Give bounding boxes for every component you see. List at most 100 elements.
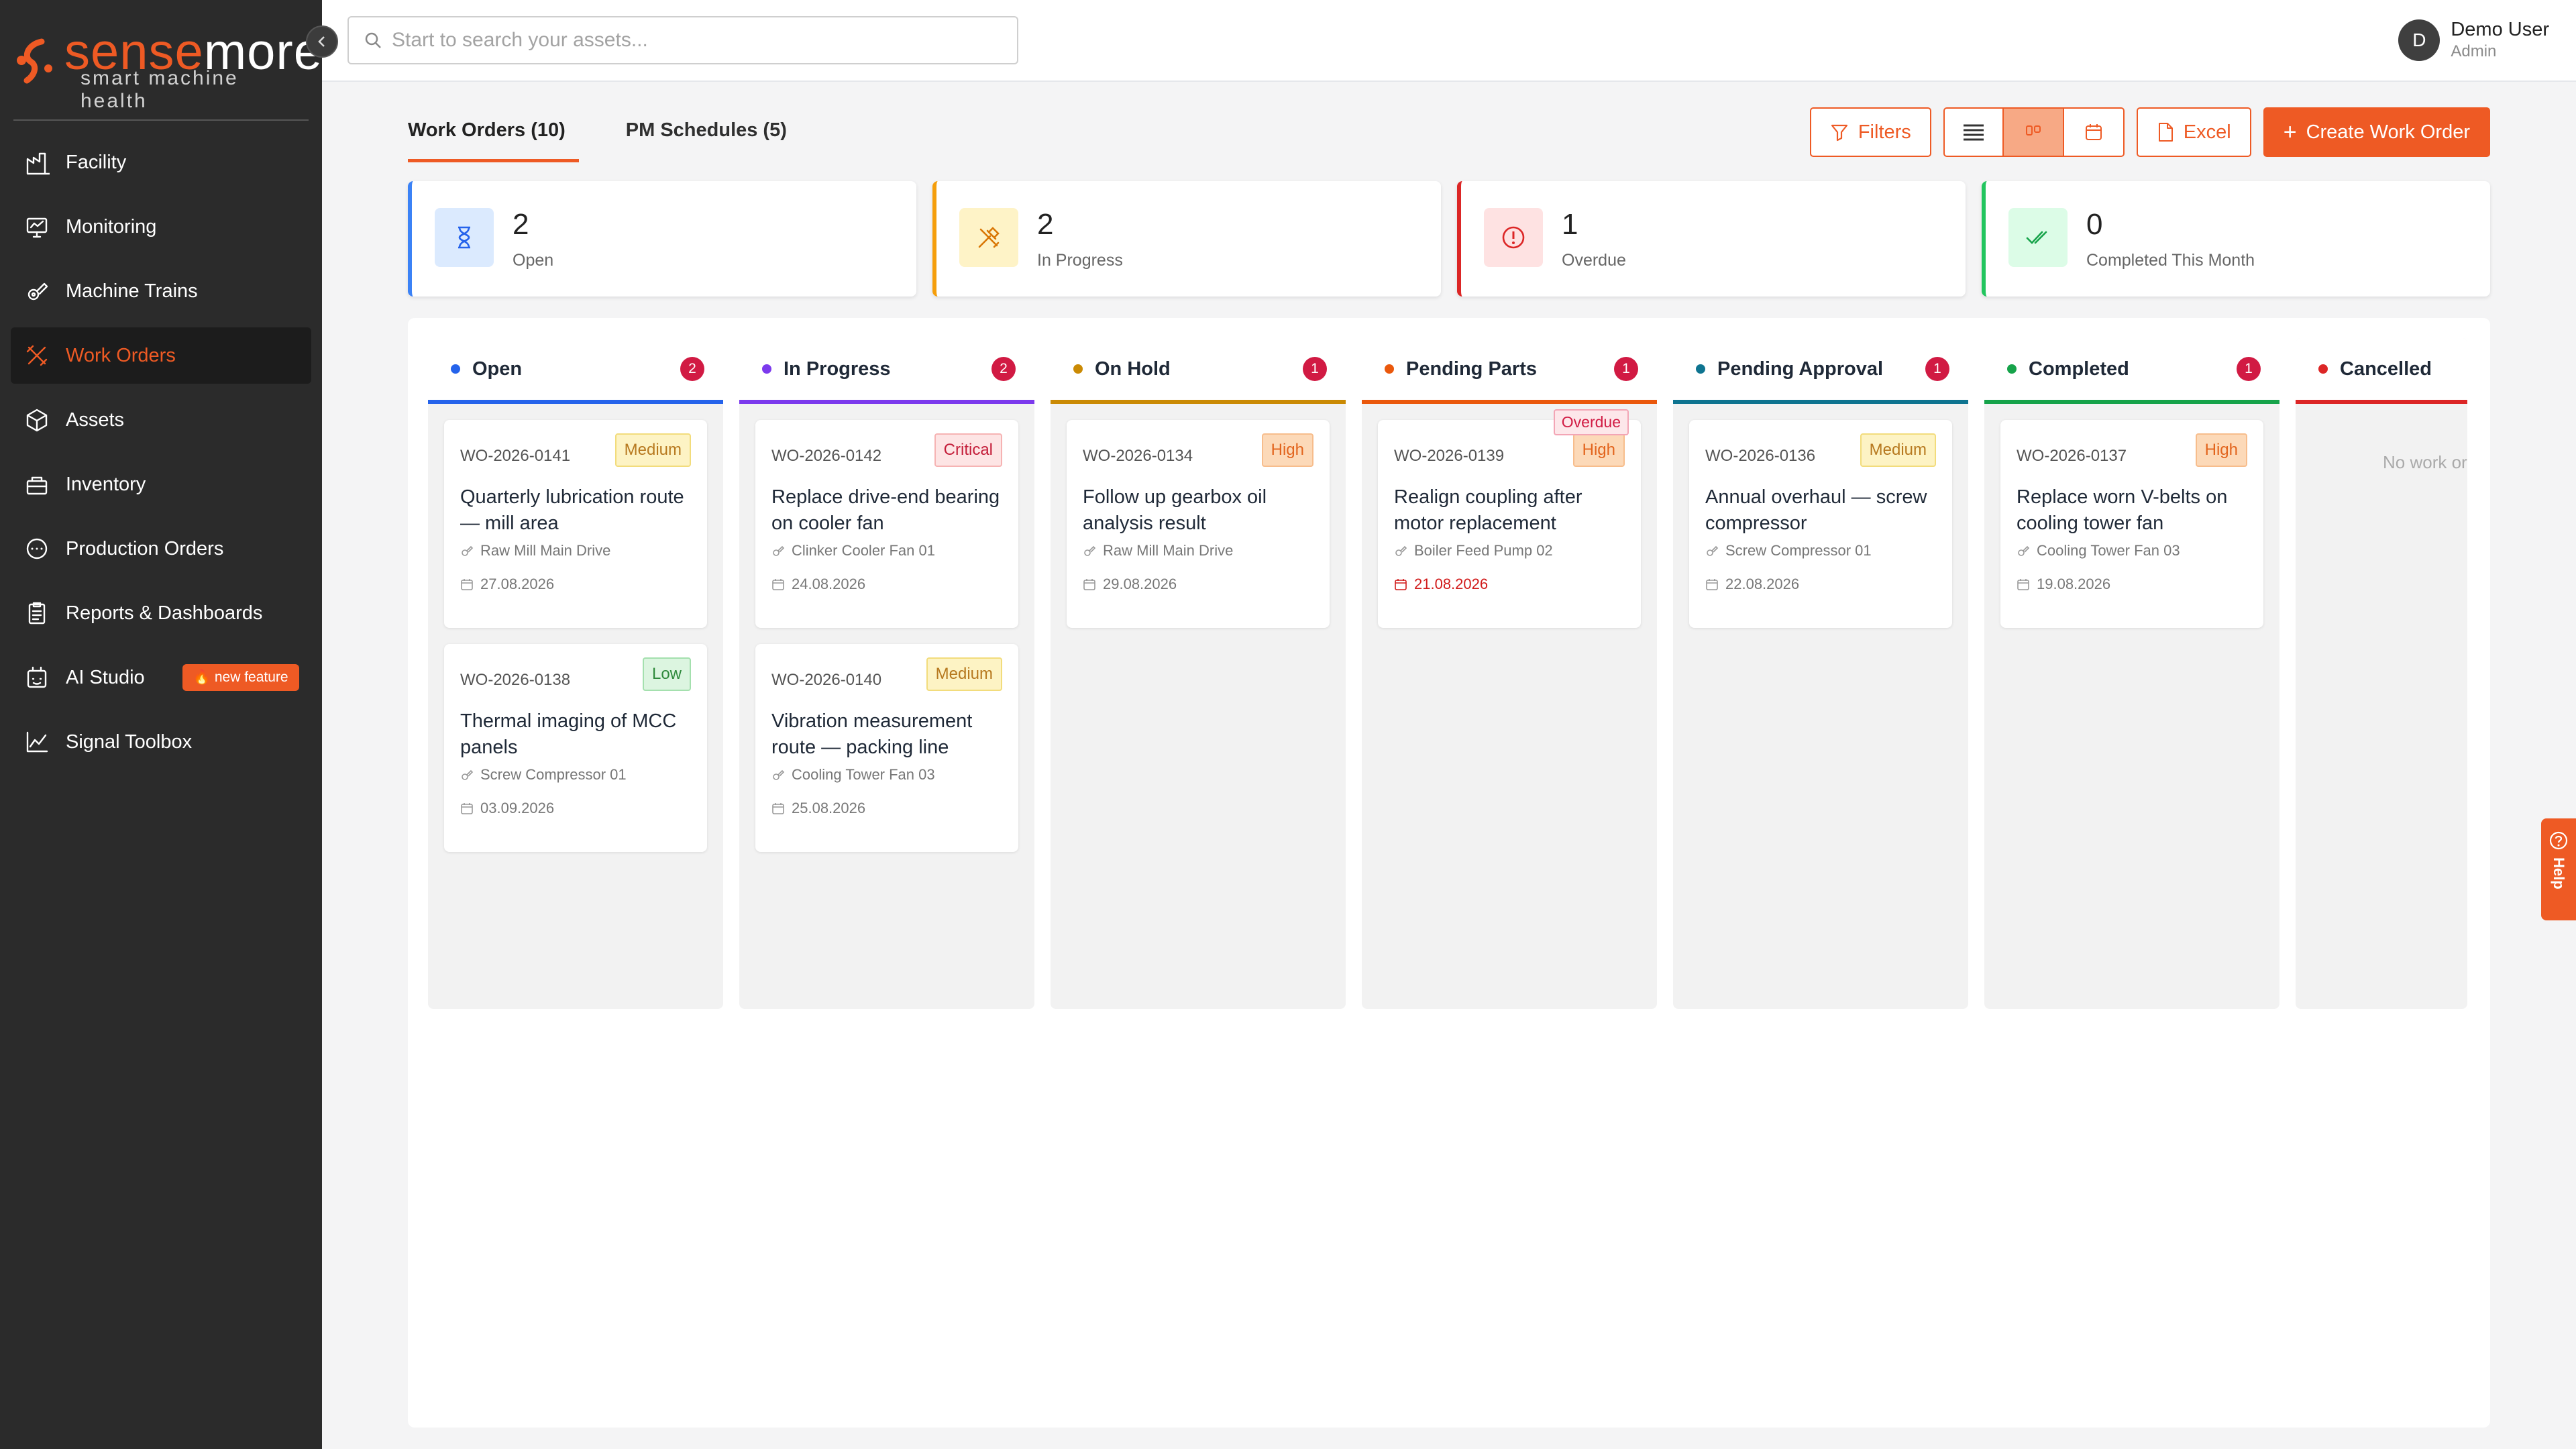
asset-icon [462,769,474,780]
priority-badge: High [1572,433,1625,467]
work-order-card[interactable]: WO-2026-0136 Medium Annual overhaul — sc… [1689,420,1952,628]
board-icon [2025,125,2041,136]
monitoring-icon [21,211,52,242]
work-order-title: Thermal imaging of MCC panels [460,710,677,758]
list-view-button[interactable] [1943,107,2004,157]
badge-label: new feature [214,669,288,685]
sidebar-item-machine-trains[interactable]: Machine Trains [11,263,311,319]
column-count-badge: 1 [1303,357,1327,381]
collapse-sidebar-button[interactable] [306,25,338,58]
list-icon [1963,124,1984,141]
filters-label: Filters [1858,121,1911,143]
column-header: Cancelled [2296,338,2467,404]
work-order-due-date: 22.08.2026 [1705,576,1799,593]
column-cancelled: Cancelled No work or [2296,338,2467,1009]
plus-icon: + [2283,119,2297,145]
sidebar-item-label: Assets [66,409,125,431]
user-role: Admin [2451,42,2497,60]
status-dot [451,364,460,374]
search-input[interactable] [392,29,996,52]
sidebar-item-inventory[interactable]: Inventory [11,456,311,513]
work-order-asset: Raw Mill Main Drive [460,542,610,559]
help-button[interactable]: Help [2541,818,2576,920]
search-box[interactable] [347,16,1018,64]
work-order-card[interactable]: WO-2026-0142 Critical Replace drive-end … [755,420,1018,628]
work-order-title: Annual overhaul — screw compressor [1705,486,1927,534]
stat-card-overdue[interactable]: 1 Overdue [1457,181,1966,297]
priority-badge: Critical [934,433,1002,467]
work-order-due-date: 24.08.2026 [771,576,865,593]
sidebar-item-monitoring[interactable]: Monitoring [11,199,311,255]
tab-work-orders[interactable]: Work Orders (10) [408,119,579,162]
sidebar-item-label: Machine Trains [66,280,198,302]
hourglass-icon [458,226,470,249]
sidebar-item-facility[interactable]: Facility [11,134,311,191]
work-order-card[interactable]: WO-2026-0139 Overdue High Realign coupli… [1378,409,1641,628]
work-order-due-date: 21.08.2026 [1394,576,1488,593]
work-order-card[interactable]: WO-2026-0138 Low Thermal imaging of MCC … [444,644,707,852]
column-cards: WO-2026-0139 Overdue High Realign coupli… [1362,404,1657,660]
asset-icon [462,545,474,556]
work-order-card[interactable]: WO-2026-0137 High Replace worn V-belts o… [2000,420,2263,628]
reports-icon [21,598,52,629]
status-dot [1385,364,1394,374]
due-date: 21.08.2026 [1414,576,1489,592]
work-order-asset: Clinker Cooler Fan 01 [771,542,935,559]
asset-icon [1707,545,1719,556]
work-order-card[interactable]: WO-2026-0140 Medium Vibration measuremen… [755,644,1018,852]
column-count-badge: 2 [680,357,704,381]
stat-value: 2 [513,208,529,241]
empty-column-message: No work or [2383,452,2467,472]
work-order-card[interactable]: WO-2026-0141 Medium Quarterly lubricatio… [444,420,707,628]
work-order-card[interactable]: WO-2026-0134 High Follow up gearbox oil … [1067,420,1330,628]
column-header: In Progress 2 [739,338,1034,404]
work-order-asset: Cooling Tower Fan 03 [771,766,935,784]
asset-name: Cooling Tower Fan 03 [2037,542,2180,559]
sidebar-item-signal-toolbox[interactable]: Signal Toolbox [11,714,311,770]
column-title: In Progress [784,358,891,380]
toolbar: Filters Excel + Create Work Order [1809,107,2490,157]
calendar-icon [2017,579,2029,590]
sidebar-item-ai-studio[interactable]: AI Studio 🔥 new feature [11,649,311,706]
column-on-hold: On Hold 1 WO-2026-0134 High Follow up ge… [1051,338,1346,1009]
priority-badge: Medium [926,657,1002,691]
sidebar-item-reports-dashboards[interactable]: Reports & Dashboards [11,585,311,641]
work-order-title: Quarterly lubrication route — mill area [460,486,684,534]
user-menu[interactable]: D Demo User Admin [2398,19,2549,61]
work-order-id: WO-2026-0136 [1705,447,1816,465]
column-open: Open 2 WO-2026-0141 Medium Quarterly lub… [428,338,723,1009]
board-view-button[interactable] [2003,107,2064,157]
sidebar-item-production-orders[interactable]: Production Orders [11,521,311,577]
stat-card-open[interactable]: 2 Open [408,181,916,297]
column-completed: Completed 1 WO-2026-0137 High Replace wo… [1984,338,2279,1009]
brand-logo[interactable]: sensemore smart machine health [15,25,322,112]
flame-icon: 🔥 [193,669,211,685]
calendar-view-button[interactable] [2063,107,2125,157]
stat-card-completed-this-month[interactable]: 0 Completed This Month [1982,181,2490,297]
stats-row: 2 Open 2 In Progress 1 Overdue 0 Complet… [408,181,2490,297]
create-work-order-button[interactable]: + Create Work Order [2263,107,2490,157]
assets-icon [21,405,52,435]
column-header: Pending Approval 1 [1673,338,1968,404]
asset-name: Raw Mill Main Drive [1103,542,1234,559]
work-order-title: Replace worn V-belts on cooling tower fa… [2017,486,2228,534]
filters-button[interactable]: Filters [1809,107,1931,157]
kanban-columns: Open 2 WO-2026-0141 Medium Quarterly lub… [428,338,2467,1009]
calendar-icon [772,579,784,590]
column-title: Cancelled [2340,358,2432,380]
sidebar-item-work-orders[interactable]: Work Orders [11,327,311,384]
asset-name: Cooling Tower Fan 03 [792,766,935,783]
stat-label: In Progress [1037,251,1123,270]
sidebar-item-assets[interactable]: Assets [11,392,311,448]
asset-icon [1084,545,1096,556]
kanban-board: Open 2 WO-2026-0141 Medium Quarterly lub… [408,318,2490,1428]
column-header: On Hold 1 [1051,338,1346,404]
column-cards: WO-2026-0141 Medium Quarterly lubricatio… [428,404,723,884]
excel-export-button[interactable]: Excel [2136,107,2251,157]
column-title: Open [472,358,523,380]
work-order-id: WO-2026-0139 [1394,447,1505,465]
tab-pm-schedules[interactable]: PM Schedules (5) [626,119,787,162]
stat-card-in-progress[interactable]: 2 In Progress [932,181,1441,297]
chevron-left-icon [318,36,325,47]
sidebar-item-label: Facility [66,151,127,173]
